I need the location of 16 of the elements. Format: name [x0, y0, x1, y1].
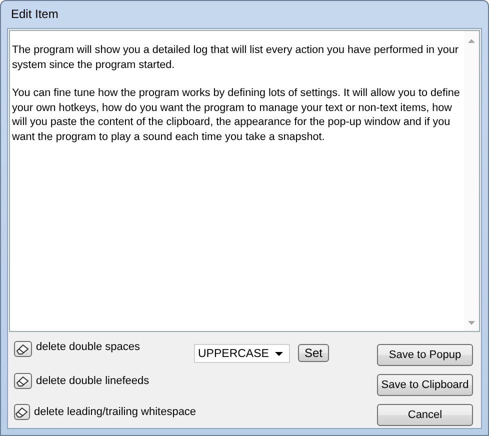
- dialog-button[interactable]: Save to Popup: [377, 344, 473, 366]
- dialog-button[interactable]: Save to Clipboard: [377, 374, 473, 396]
- dialog-button[interactable]: Cancel: [377, 404, 473, 426]
- paragraph: The program will show you a detailed log that will list every action you have performed in your system since the program started.: [12, 43, 460, 72]
- action-label: delete double linefeeds: [36, 374, 150, 386]
- text-area[interactable]: [9, 30, 480, 332]
- action-label: delete leading/trailing whitespace: [34, 406, 196, 418]
- case-dropdown[interactable]: UPPERCASE: [194, 344, 290, 363]
- eraser-button[interactable]: [14, 372, 32, 388]
- paragraph: You can fine tune how the program works by defining lots of settings. It will allow you to define your own hotkeys, how do you want the program to manage your text or non-text items, how will you paste the content of the clipboard, the appearance for the pop-up window and if you want the program to play a sound each time you take a snapshot.: [12, 86, 461, 144]
- eraser-button[interactable]: [14, 404, 30, 420]
- caret-icon: [275, 352, 283, 356]
- eraser-button[interactable]: [14, 341, 32, 357]
- action-label: delete double spaces: [36, 341, 140, 353]
- set-button[interactable]: Set: [298, 344, 329, 362]
- window-title: Edit Item: [10, 6, 60, 23]
